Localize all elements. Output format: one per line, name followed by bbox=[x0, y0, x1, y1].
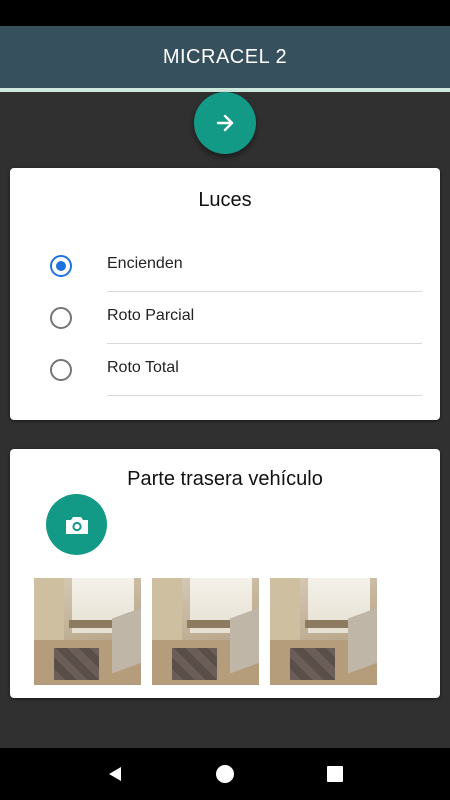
radio-button[interactable] bbox=[50, 307, 72, 329]
next-button[interactable] bbox=[194, 92, 256, 154]
photo-thumbnail[interactable] bbox=[152, 578, 259, 685]
divider bbox=[107, 395, 422, 396]
photo-thumbnail[interactable] bbox=[34, 578, 141, 685]
app-bar: MICRACEL 2 bbox=[0, 26, 450, 88]
radio-label: Encienden bbox=[107, 255, 183, 272]
recents-icon bbox=[327, 766, 343, 782]
radio-label: Roto Parcial bbox=[107, 307, 195, 324]
status-bar bbox=[0, 0, 450, 26]
parte-trasera-card: Parte trasera vehículo bbox=[10, 449, 440, 698]
radio-label: Roto Total bbox=[107, 359, 179, 376]
luces-card: Luces Encienden Roto Parcial Roto Total bbox=[10, 168, 440, 420]
radio-button-checked[interactable] bbox=[50, 255, 72, 277]
home-button[interactable] bbox=[205, 754, 245, 794]
photo-thumbnail[interactable] bbox=[270, 578, 377, 685]
back-button[interactable] bbox=[95, 754, 135, 794]
camera-icon bbox=[65, 516, 88, 534]
back-icon bbox=[109, 767, 121, 781]
arrow-right-icon bbox=[216, 114, 234, 132]
radio-option-encienden[interactable]: Encienden bbox=[10, 240, 440, 292]
camera-button[interactable] bbox=[46, 494, 107, 555]
radio-option-roto-total[interactable]: Roto Total bbox=[10, 344, 440, 396]
home-icon bbox=[216, 765, 234, 783]
radio-button[interactable] bbox=[50, 359, 72, 381]
radio-option-roto-parcial[interactable]: Roto Parcial bbox=[10, 292, 440, 344]
app-title: MICRACEL 2 bbox=[162, 45, 288, 68]
luces-title: Luces bbox=[198, 189, 252, 211]
parte-trasera-title: Parte trasera vehículo bbox=[127, 468, 323, 490]
system-navigation-bar bbox=[0, 748, 450, 800]
recents-button[interactable] bbox=[315, 754, 355, 794]
